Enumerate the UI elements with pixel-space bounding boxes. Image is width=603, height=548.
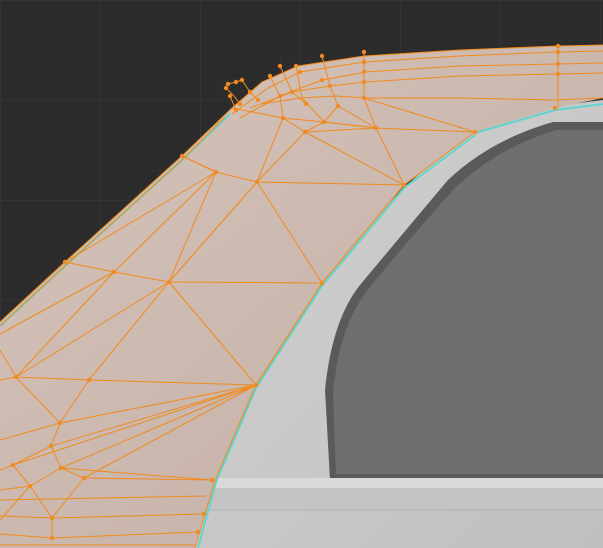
mesh-vertex[interactable] [280, 115, 286, 121]
mesh-vertex[interactable] [247, 89, 253, 95]
mesh-vertex[interactable] [195, 529, 201, 535]
mesh-vertex[interactable] [179, 153, 185, 159]
mesh-vertex[interactable] [58, 465, 64, 471]
mesh-vertex[interactable] [255, 97, 261, 103]
mesh-vertex[interactable] [237, 101, 243, 107]
mesh-vertex[interactable] [361, 69, 367, 75]
mesh-vertex[interactable] [302, 129, 308, 135]
mesh-vertex[interactable] [233, 79, 239, 85]
mesh-vertex[interactable] [555, 49, 561, 55]
mesh-vertex[interactable] [62, 259, 68, 265]
mesh-vertex[interactable] [321, 119, 327, 125]
3d-viewport[interactable] [0, 0, 603, 548]
door-sill-shadow [205, 488, 603, 510]
mesh-vertex[interactable] [555, 71, 561, 77]
mesh-vertex[interactable] [373, 125, 379, 131]
mesh-vertex[interactable] [552, 105, 558, 111]
mesh-vertex[interactable] [319, 280, 325, 286]
mesh-vertex[interactable] [319, 77, 325, 83]
mesh-vertex[interactable] [48, 443, 54, 449]
mesh-vertex[interactable] [361, 59, 367, 65]
mesh-vertex[interactable] [239, 77, 245, 83]
mesh-vertex[interactable] [166, 279, 172, 285]
mesh-vertex[interactable] [361, 79, 367, 85]
mesh-vertex[interactable] [233, 107, 239, 113]
mesh-vertex[interactable] [13, 374, 19, 380]
mesh-vertex[interactable] [223, 85, 229, 91]
viewport-canvas[interactable] [0, 0, 603, 548]
mesh-vertex[interactable] [472, 129, 478, 135]
mesh-vertex[interactable] [267, 73, 273, 79]
mesh-vertex[interactable] [86, 377, 92, 383]
mesh-vertex[interactable] [254, 179, 260, 185]
mesh-vertex[interactable] [289, 89, 295, 95]
mesh-vertex[interactable] [213, 169, 219, 175]
mesh-vertex[interactable] [49, 535, 55, 541]
mesh-vertex[interactable] [401, 182, 407, 188]
mesh-vertex[interactable] [277, 63, 283, 69]
mesh-vertex[interactable] [225, 81, 231, 87]
mesh-vertex[interactable] [111, 269, 117, 275]
mesh-vertex[interactable] [303, 101, 309, 107]
mesh-vertex[interactable] [277, 93, 283, 99]
mesh-vertex[interactable] [253, 382, 259, 388]
mesh-vertex[interactable] [81, 475, 87, 481]
mesh-vertex[interactable] [209, 477, 215, 483]
mesh-vertex[interactable] [227, 93, 233, 99]
mesh-vertex[interactable] [57, 420, 63, 426]
mesh-vertex[interactable] [555, 43, 561, 49]
mesh-vertex[interactable] [555, 61, 561, 67]
mesh-vertex[interactable] [201, 511, 207, 517]
mesh-vertex[interactable] [10, 462, 16, 468]
mesh-vertex[interactable] [293, 63, 299, 69]
mesh-vertex[interactable] [335, 103, 341, 109]
mesh-vertex[interactable] [297, 69, 303, 75]
mesh-vertex[interactable] [319, 53, 325, 59]
mesh-vertex[interactable] [327, 83, 333, 89]
mesh-vertex[interactable] [27, 483, 33, 489]
mesh-vertex[interactable] [361, 49, 367, 55]
mesh-vertex[interactable] [361, 95, 367, 101]
door-sill-strip [210, 478, 603, 488]
mesh-vertex[interactable] [49, 515, 55, 521]
